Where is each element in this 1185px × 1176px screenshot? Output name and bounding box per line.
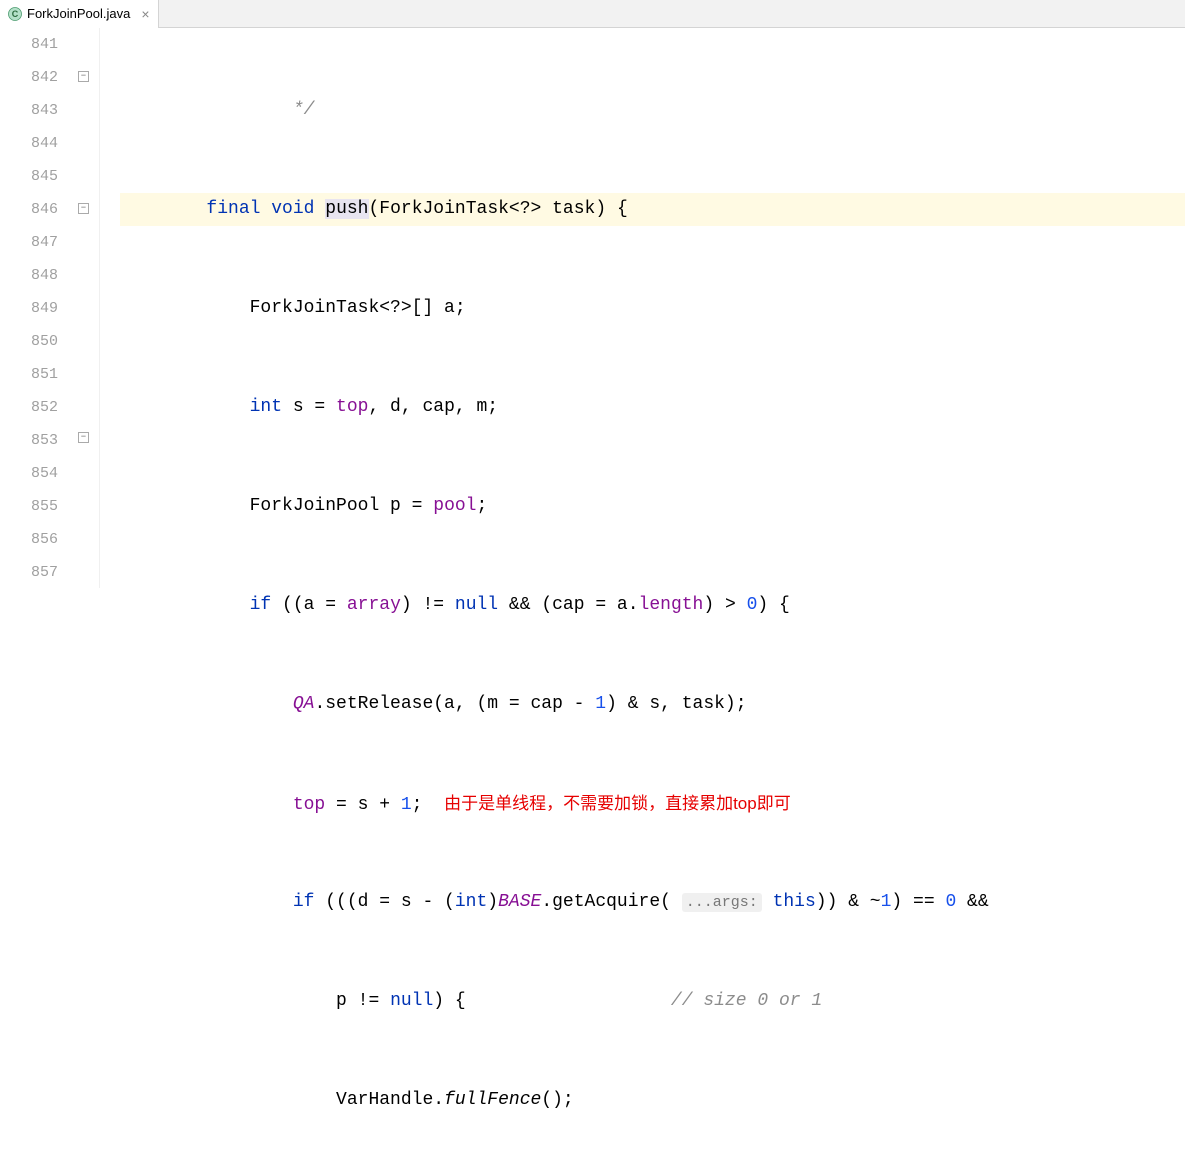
line-number: 841 <box>0 28 58 61</box>
close-icon[interactable]: × <box>141 6 149 22</box>
line-number: 854 <box>0 457 58 490</box>
code-line: */ <box>120 94 1185 127</box>
fold-marker-icon[interactable]: − <box>78 432 89 443</box>
line-number: 851 <box>0 358 58 391</box>
code-line: p != null) { // size 0 or 1 <box>120 985 1185 1018</box>
line-number: 845 <box>0 160 58 193</box>
line-number: 853 <box>0 424 58 457</box>
svg-text:C: C <box>12 9 19 19</box>
line-number: 843 <box>0 94 58 127</box>
code-line: final void push(ForkJoinTask<?> task) { <box>120 193 1185 226</box>
code-line: if (((d = s - (int)BASE.getAcquire( ...a… <box>120 886 1185 919</box>
line-number: 842 <box>0 61 58 94</box>
line-number: 846 <box>0 193 58 226</box>
code-content[interactable]: */ final void push(ForkJoinTask<?> task)… <box>100 28 1185 588</box>
line-number: 850 <box>0 325 58 358</box>
line-number: 855 <box>0 490 58 523</box>
line-number: 848 <box>0 259 58 292</box>
line-number: 852 <box>0 391 58 424</box>
editor-area: 841 842 843 844 845 846 847 848 849 850 … <box>0 28 1185 588</box>
line-number: 847 <box>0 226 58 259</box>
line-number: 856 <box>0 523 58 556</box>
code-line: VarHandle.fullFence(); <box>120 1084 1185 1117</box>
fold-marker-icon[interactable]: − <box>78 71 89 82</box>
code-line: ForkJoinPool p = pool; <box>120 490 1185 523</box>
java-class-icon: C <box>8 7 22 21</box>
fold-marker-icon[interactable]: − <box>78 203 89 214</box>
fold-gutter: − − − <box>70 28 100 588</box>
code-line: ForkJoinTask<?>[] a; <box>120 292 1185 325</box>
tab-bar: C ForkJoinPool.java × <box>0 0 1185 28</box>
code-line: top = s + 1; 由于是单线程，不需要加锁，直接累加top即可 <box>120 787 1185 820</box>
code-line: int s = top, d, cap, m; <box>120 391 1185 424</box>
tab-file[interactable]: C ForkJoinPool.java × <box>0 0 159 28</box>
line-number: 849 <box>0 292 58 325</box>
line-number-gutter: 841 842 843 844 845 846 847 848 849 850 … <box>0 28 70 588</box>
line-number: 844 <box>0 127 58 160</box>
code-line: QA.setRelease(a, (m = cap - 1) & s, task… <box>120 688 1185 721</box>
tab-filename: ForkJoinPool.java <box>27 6 130 21</box>
line-number: 857 <box>0 556 58 589</box>
code-line: if ((a = array) != null && (cap = a.leng… <box>120 589 1185 622</box>
